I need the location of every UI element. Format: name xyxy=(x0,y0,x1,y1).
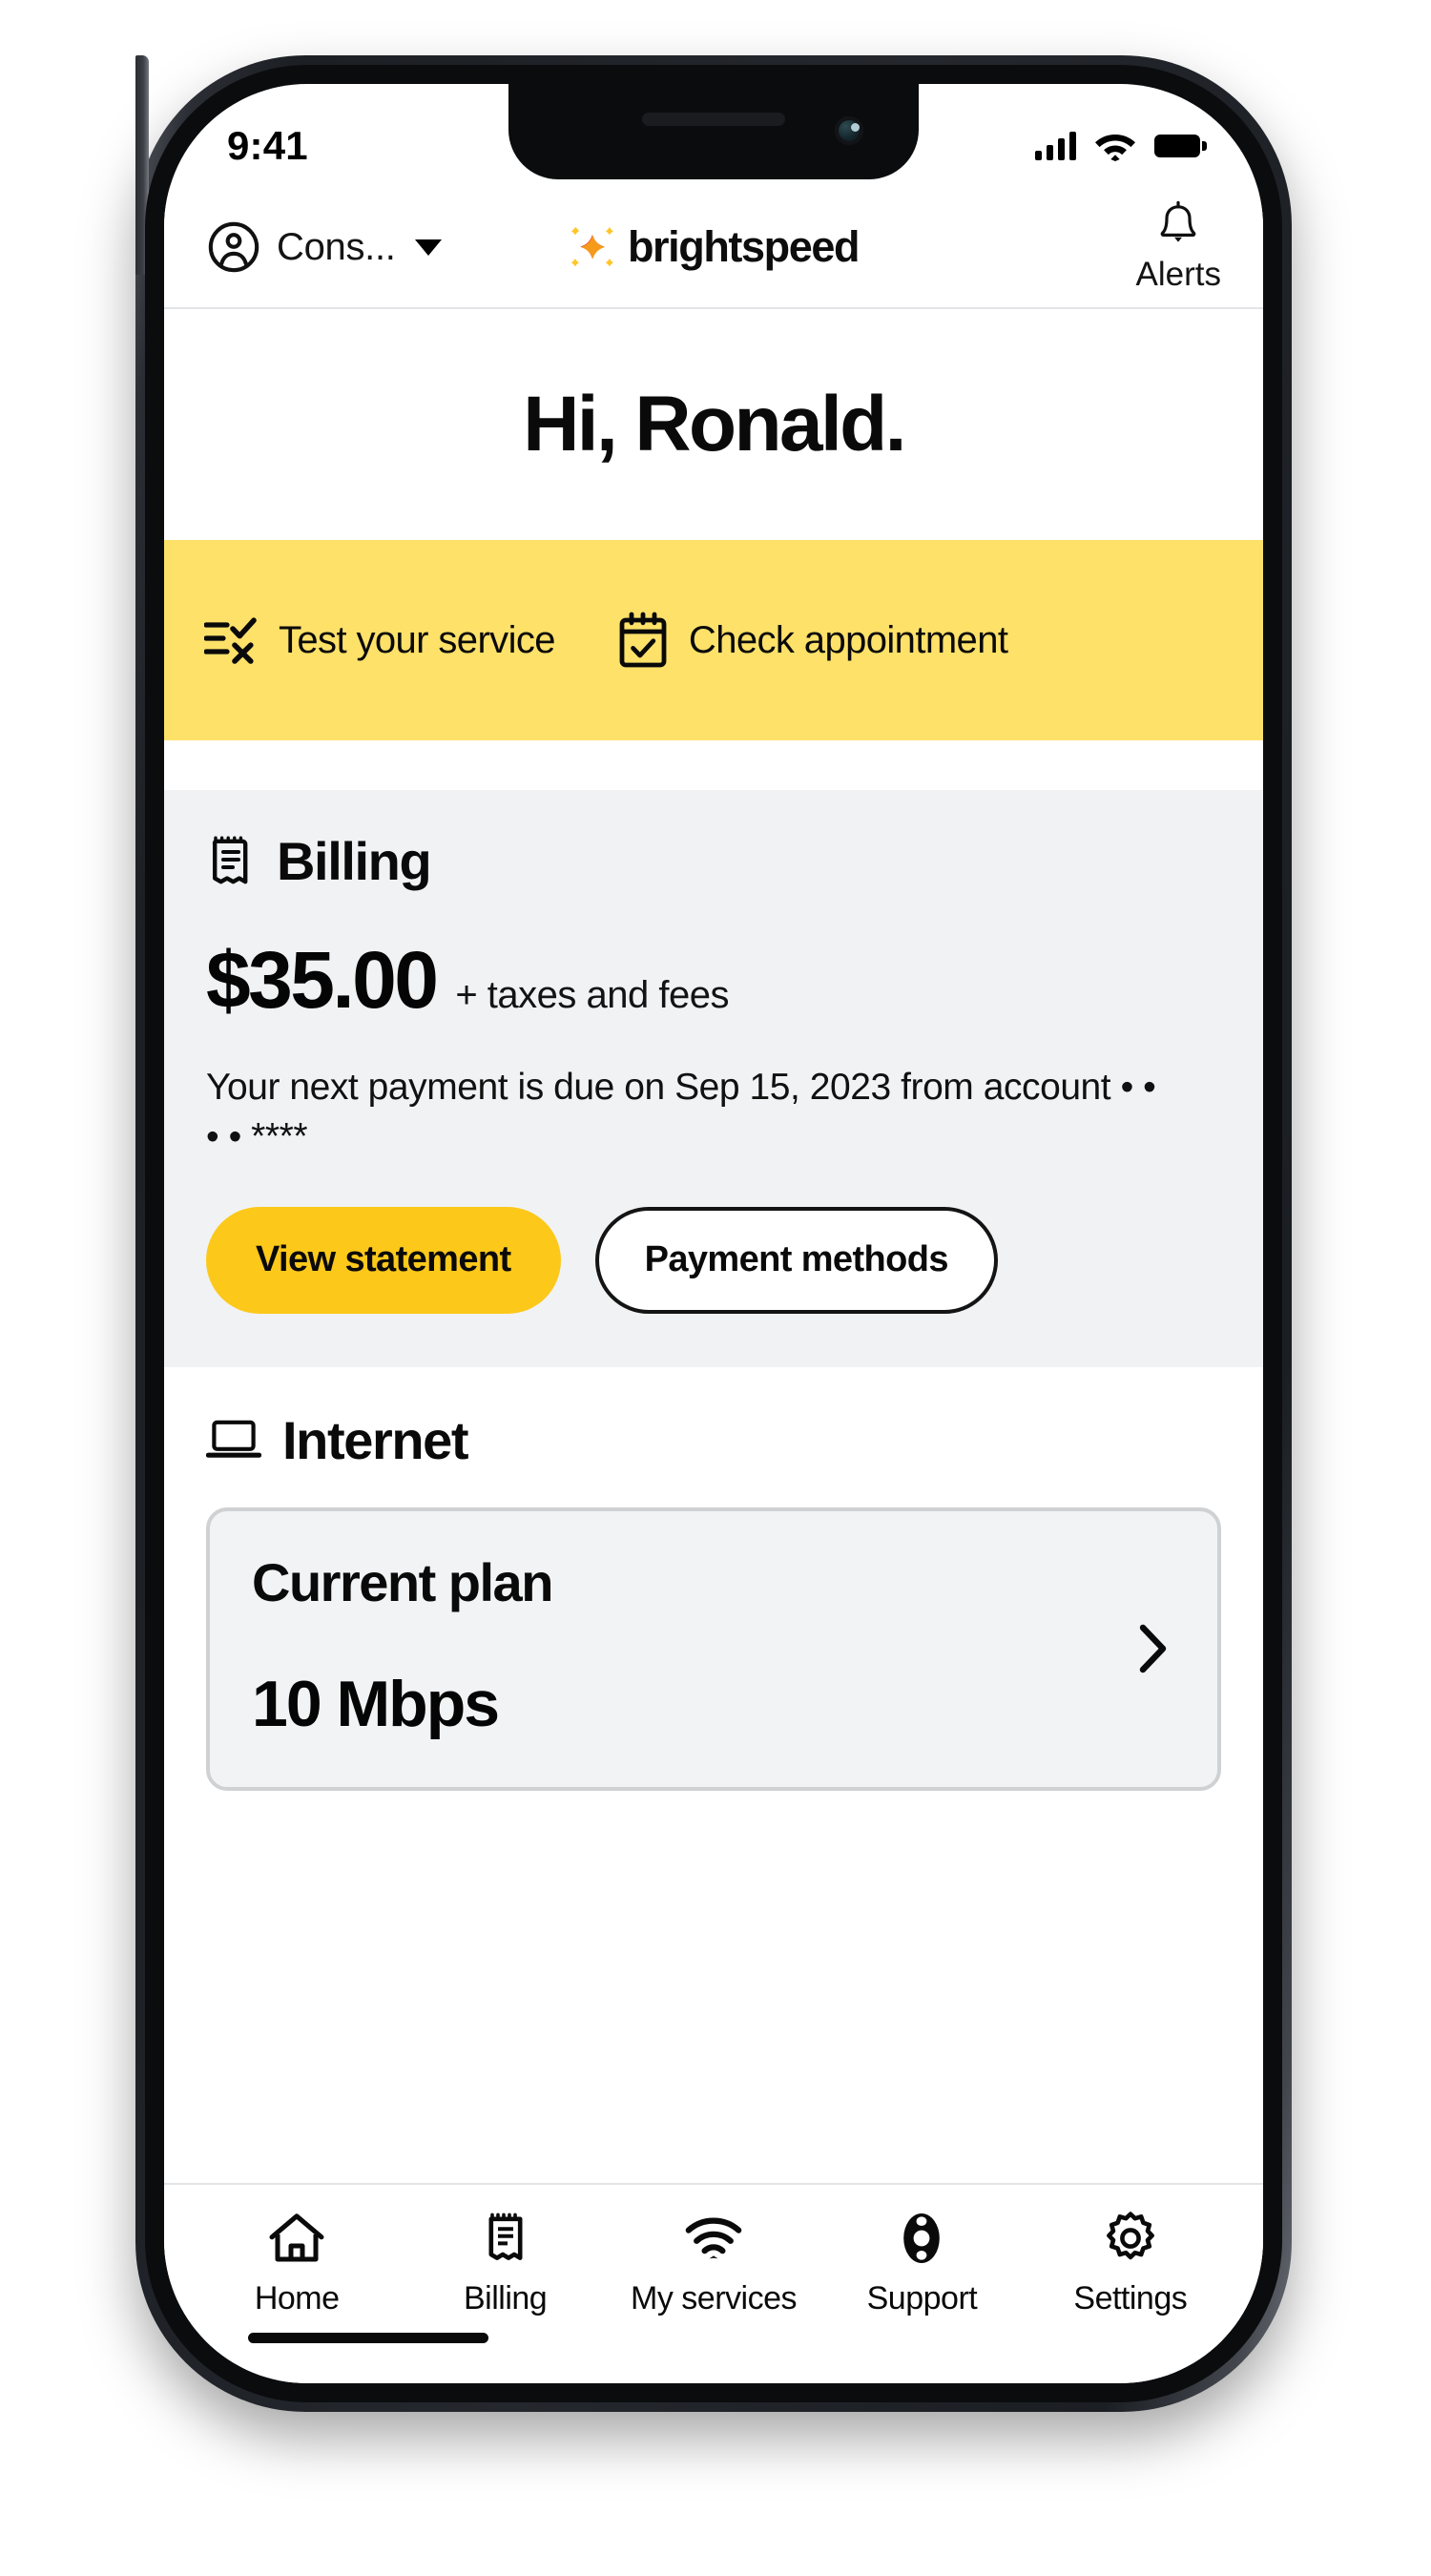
billing-amount-row: $35.00 + taxes and fees xyxy=(206,934,1221,1027)
nav-item-billing[interactable]: Billing xyxy=(401,2208,609,2317)
nav-item-home[interactable]: Home xyxy=(193,2208,401,2317)
billing-amount: $35.00 xyxy=(206,935,439,1025)
laptop-icon xyxy=(206,1418,261,1462)
chevron-down-icon xyxy=(414,239,442,256)
home-icon xyxy=(268,2208,325,2269)
view-statement-button[interactable]: View statement xyxy=(206,1206,561,1314)
greeting-section: Hi, Ronald. xyxy=(164,309,1263,540)
gear-icon xyxy=(1103,2208,1158,2269)
test-service-label: Test your service xyxy=(279,618,556,661)
wifi-icon xyxy=(684,2208,743,2269)
app-header: Cons... brightspeed Alerts xyxy=(164,187,1263,309)
nav-item-my-services[interactable]: My services xyxy=(610,2208,818,2317)
billing-amount-note: + taxes and fees xyxy=(455,974,729,1016)
phone-screen: 9:41 Cons... brightspeed Alerts Hi, Rona… xyxy=(164,84,1263,2383)
brightspeed-logo-icon xyxy=(569,223,616,271)
bell-icon xyxy=(1153,200,1203,252)
phone-device-frame: 9:41 Cons... brightspeed Alerts Hi, Rona… xyxy=(135,55,1292,2412)
speed-test-icon xyxy=(204,615,259,665)
calendar-check-icon xyxy=(616,612,670,669)
payment-methods-button[interactable]: Payment methods xyxy=(594,1206,998,1314)
account-name-label: Cons... xyxy=(277,225,396,268)
alerts-button[interactable]: Alerts xyxy=(1136,200,1221,294)
check-appointment-label: Check appointment xyxy=(688,618,1008,661)
alerts-label: Alerts xyxy=(1135,256,1221,293)
brand-logo: brightspeed xyxy=(569,222,861,272)
status-bar-time: 9:41 xyxy=(227,123,308,168)
page-title: Hi, Ronald. xyxy=(523,381,906,467)
quick-actions-banner: Test your service Check appointment xyxy=(164,540,1263,740)
home-indicator[interactable] xyxy=(248,2333,488,2343)
account-switcher[interactable]: Cons... xyxy=(206,219,442,275)
nav-label-settings: Settings xyxy=(1073,2280,1188,2316)
billing-actions: View statement Payment methods xyxy=(206,1206,1221,1314)
nav-item-support[interactable]: Support xyxy=(818,2208,1026,2317)
battery-full-icon xyxy=(1154,135,1207,157)
brand-name-label: brightspeed xyxy=(627,222,861,271)
internet-section: Internet Current plan 10 Mbps xyxy=(164,1366,1263,1823)
current-plan-label: Current plan xyxy=(252,1551,553,1612)
internet-section-header: Internet xyxy=(206,1409,1221,1471)
check-appointment-action[interactable]: Check appointment xyxy=(616,612,1008,669)
nav-label-support: Support xyxy=(866,2280,978,2316)
billing-due-text: Your next payment is due on Sep 15, 2023… xyxy=(206,1067,1156,1158)
billing-section: Billing $35.00 + taxes and fees Your nex… xyxy=(164,790,1263,1367)
bottom-navigation-bar: Home Billing My services Support Setting… xyxy=(164,2183,1263,2383)
cellular-signal-icon xyxy=(1035,132,1076,160)
status-bar-icons xyxy=(1035,131,1207,161)
account-circle-icon xyxy=(206,219,261,275)
status-bar: 9:41 xyxy=(164,84,1263,187)
current-plan-speed: 10 Mbps xyxy=(252,1667,500,1740)
receipt-icon xyxy=(206,835,256,888)
section-spacer xyxy=(164,740,1263,790)
current-plan-card[interactable]: Current plan 10 Mbps xyxy=(206,1506,1221,1791)
chevron-right-icon xyxy=(1137,1622,1170,1675)
receipt-icon xyxy=(483,2208,529,2269)
wifi-icon xyxy=(1094,131,1136,161)
nav-item-settings[interactable]: Settings xyxy=(1027,2208,1234,2317)
nav-label-my-services: My services xyxy=(631,2280,797,2316)
nav-label-home: Home xyxy=(254,2280,340,2316)
billing-title: Billing xyxy=(277,831,432,891)
internet-title: Internet xyxy=(282,1409,469,1470)
billing-section-header: Billing xyxy=(206,830,1221,892)
lifebuoy-icon xyxy=(895,2208,948,2269)
nav-label-billing: Billing xyxy=(464,2280,548,2316)
test-service-action[interactable]: Test your service xyxy=(204,615,556,665)
